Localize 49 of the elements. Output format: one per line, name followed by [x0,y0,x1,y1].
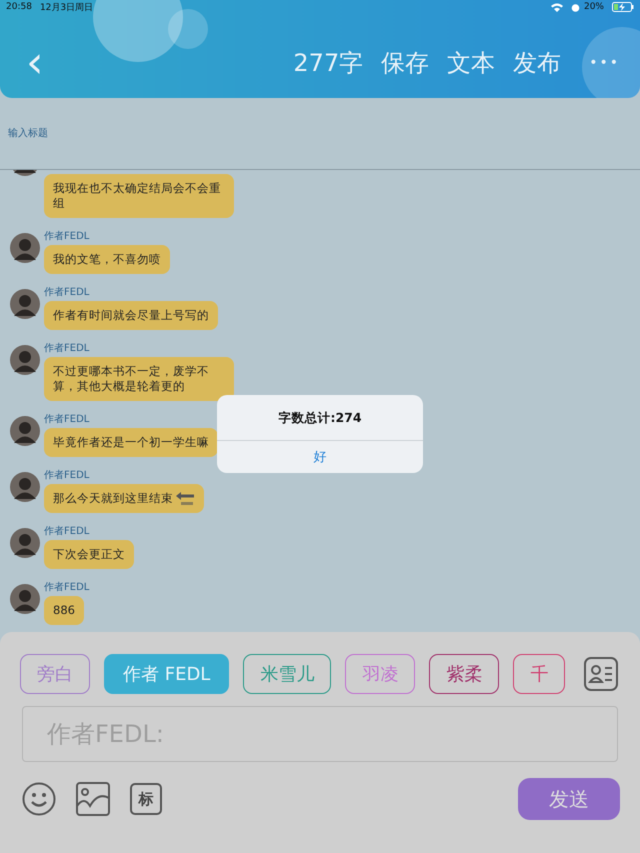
more-button[interactable]: ••• [589,55,620,71]
sender-name: 作者FEDL [44,470,90,482]
send-button[interactable]: 发送 [518,778,620,820]
avatar [10,472,40,502]
header-action[interactable]: 保存 [381,47,430,79]
character-tab[interactable]: 千 [513,654,566,694]
character-tab[interactable]: 紫柔 [429,654,500,694]
character-tab[interactable]: 米雪儿 [243,654,332,694]
status-time: 20:58 [6,2,32,12]
sender-name: 作者FEDL [44,414,90,426]
character-tab[interactable]: 旁白 [20,654,90,694]
character-tab[interactable]: 羽凌 [345,654,416,694]
avatar [10,289,40,319]
smiley-icon[interactable] [22,782,56,816]
sender-name: 作者FEDL [44,343,90,355]
character-tab[interactable]: 作者 FEDL [104,654,230,694]
sender-name: 作者FEDL [44,231,90,243]
header-action[interactable]: 277字 [293,47,364,79]
header-action[interactable]: 文本 [447,47,496,79]
avatar [10,233,40,263]
header-action[interactable]: 发布 [513,47,562,79]
image-icon[interactable] [76,782,110,816]
message-bubble: 下次会更正文 [44,540,134,569]
sender-name: 作者FEDL [44,582,90,594]
avatar [10,416,40,446]
battery-percent: 20% [584,2,604,12]
message-bubble: 毕竟作者还是一个初一学生嘛 [44,428,218,457]
alert-message: 字数总计:274 [217,395,423,441]
bubble-drawing [582,27,640,98]
message-bubble: 不过更哪本书不一定，废学不算，其他大概是轮着更的 [44,357,234,401]
contact-card-icon[interactable] [584,657,618,691]
sender-name: 作者FEDL [44,526,90,538]
wifi-icon [550,2,563,12]
avatar [10,528,40,558]
avatar [10,584,40,614]
avatar [10,345,40,375]
tag-button[interactable]: 标 [130,783,162,815]
message-bubble: 作者有时间就会尽量上号写的 [44,301,218,330]
ok-button[interactable]: 好 [217,441,423,473]
back-button[interactable]: ‹ [20,43,50,83]
message-bubble: 我现在也不太确定结局会不会重组 [44,174,234,218]
sender-name: 作者FEDL [44,287,90,299]
title-field[interactable]: 输入标题 [0,108,640,170]
battery-icon [612,2,634,12]
message-bubble: 886 [44,596,84,625]
end-arrow-icon [175,492,195,506]
message-bubble: 我的文笔，不喜勿喷 [44,245,170,274]
message-bubble: 那么今天就到这里结束 [44,484,204,513]
status-date: 12月3日周日 [40,2,94,14]
